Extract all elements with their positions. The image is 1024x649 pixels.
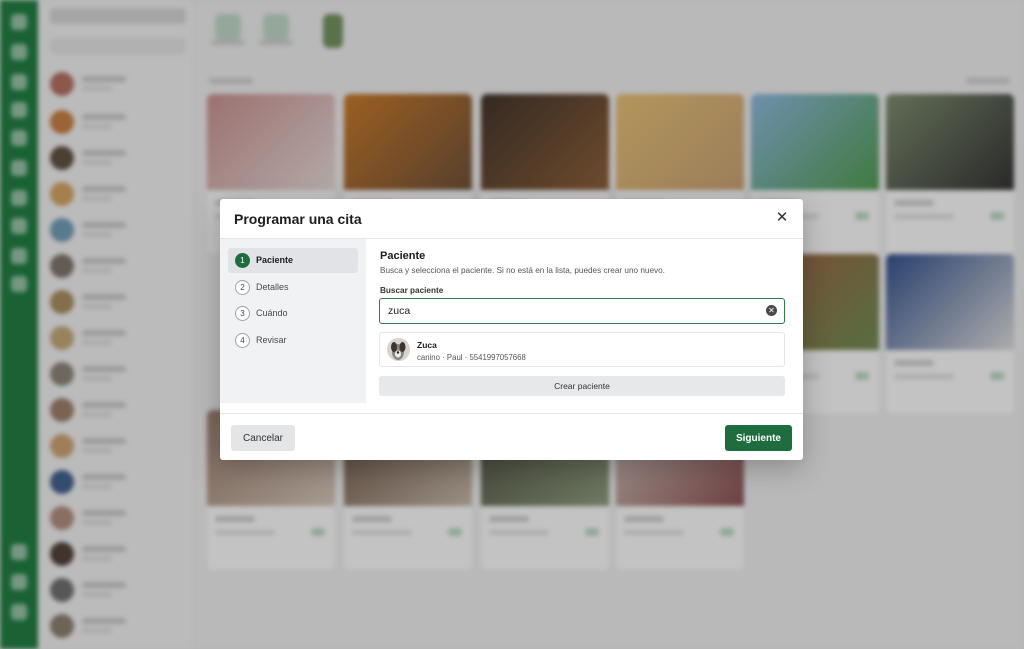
search-label: Buscar paciente	[380, 286, 444, 295]
step-cuando[interactable]: 3 Cuándo	[228, 301, 358, 326]
result-meta: canino · Paul · 5541997057668	[417, 353, 526, 362]
create-patient-button[interactable]: Crear paciente	[379, 376, 785, 396]
search-result-item[interactable]: Zuca canino · Paul · 5541997057668	[379, 332, 785, 367]
clear-icon[interactable]: ✕	[766, 305, 777, 316]
dialog-title: Programar una cita	[234, 211, 362, 227]
step-number: 3	[235, 306, 250, 321]
patient-search-field[interactable]: ✕	[379, 298, 785, 324]
stepper: 1 Paciente 2 Detalles 3 Cuándo 4 Revisar	[220, 239, 366, 403]
section-title: Paciente	[380, 250, 426, 262]
step-label: Paciente	[256, 255, 294, 265]
dog-avatar	[387, 338, 410, 361]
patient-search-input[interactable]	[388, 303, 758, 319]
step-number: 4	[235, 333, 250, 348]
section-description: Busca y selecciona el paciente. Si no es…	[380, 266, 665, 275]
cancel-button[interactable]: Cancelar	[231, 425, 295, 451]
dialog-header: Programar una cita ✕	[220, 199, 803, 239]
step-paciente[interactable]: 1 Paciente	[228, 248, 358, 273]
close-icon[interactable]: ✕	[773, 209, 791, 227]
result-name: Zuca	[417, 340, 437, 350]
step-label: Revisar	[256, 335, 287, 345]
step-revisar[interactable]: 4 Revisar	[228, 328, 358, 353]
step-label: Cuándo	[256, 308, 288, 318]
step-number: 1	[235, 253, 250, 268]
dialog-footer: Cancelar Siguiente	[220, 413, 803, 460]
schedule-appointment-dialog: Programar una cita ✕ 1 Paciente 2 Detall…	[220, 199, 803, 460]
dog-icon	[387, 338, 410, 361]
step-label: Detalles	[256, 282, 289, 292]
step-number: 2	[235, 280, 250, 295]
step-detalles[interactable]: 2 Detalles	[228, 275, 358, 300]
patient-pane: Paciente Busca y selecciona el paciente.…	[366, 239, 803, 403]
next-button[interactable]: Siguiente	[725, 425, 792, 451]
